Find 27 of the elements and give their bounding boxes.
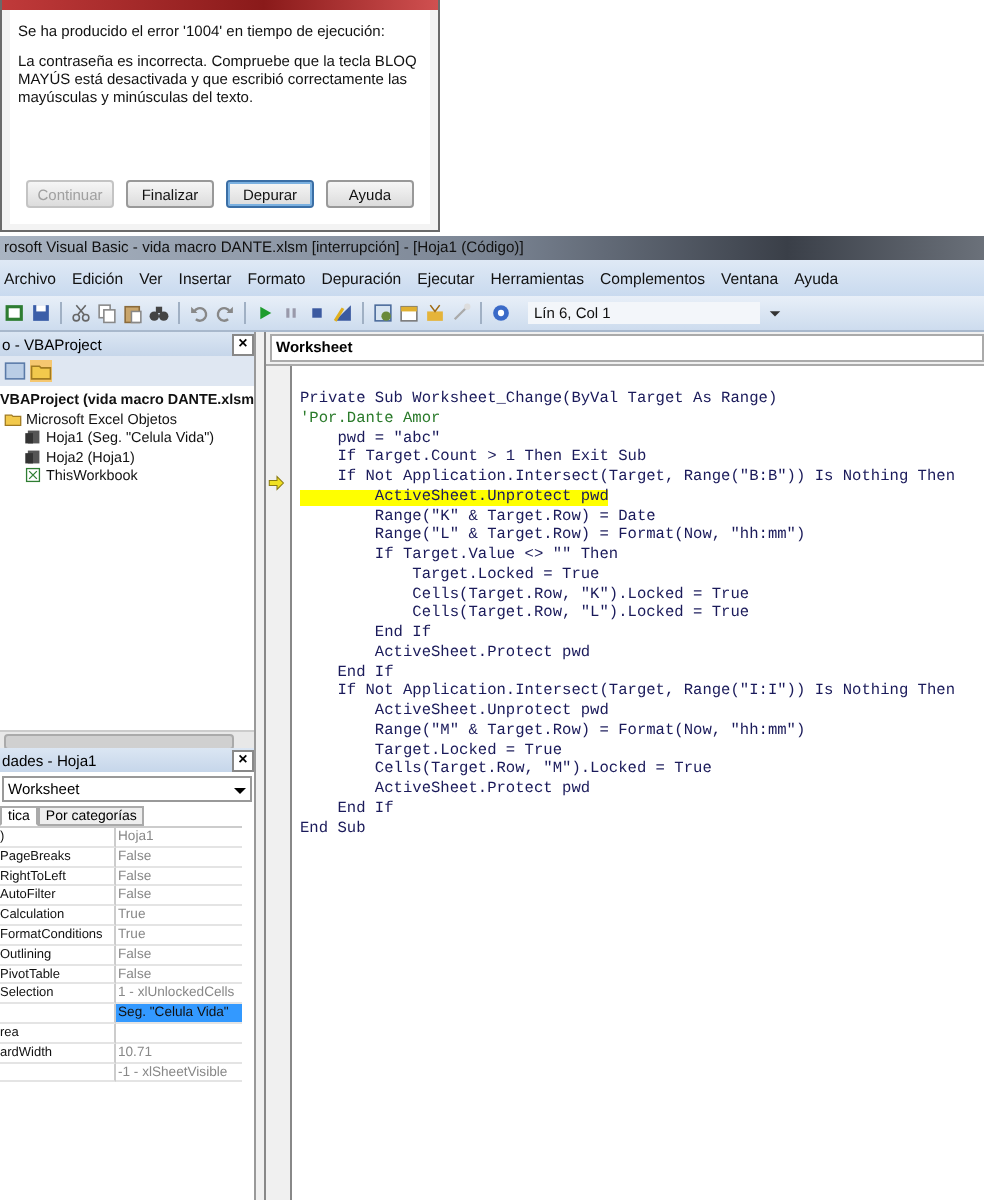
close-button[interactable]: × xyxy=(232,333,254,355)
ruler-icon[interactable] xyxy=(332,302,354,324)
explorer-icon[interactable] xyxy=(372,302,394,324)
paste-icon[interactable] xyxy=(122,302,144,324)
toolbox-icon[interactable] xyxy=(424,302,446,324)
undo-icon[interactable] xyxy=(188,302,210,324)
pause-icon[interactable] xyxy=(280,302,302,324)
binoculars-icon[interactable] xyxy=(148,302,170,324)
workbook-icon xyxy=(24,466,42,485)
toolbar-options-icon[interactable] xyxy=(768,306,782,320)
view-object-icon[interactable] xyxy=(4,360,26,382)
sheet-icon xyxy=(24,447,42,466)
play-icon[interactable] xyxy=(254,302,276,324)
sheet-icon xyxy=(24,428,42,447)
redo-icon[interactable] xyxy=(214,302,236,324)
save-icon[interactable] xyxy=(30,302,52,324)
folder-icon xyxy=(4,409,22,428)
stop-icon[interactable] xyxy=(306,302,328,324)
spreadsheet-icon[interactable] xyxy=(4,302,26,324)
horizontal-scrollbar[interactable] xyxy=(0,730,254,748)
wand-icon[interactable] xyxy=(450,302,472,324)
scissors-icon[interactable] xyxy=(70,302,92,324)
close-button[interactable]: × xyxy=(232,749,254,771)
copy-icon[interactable] xyxy=(96,302,118,324)
properties-icon[interactable] xyxy=(398,302,420,324)
folder-icon[interactable] xyxy=(30,360,52,382)
help-icon[interactable] xyxy=(490,302,512,324)
